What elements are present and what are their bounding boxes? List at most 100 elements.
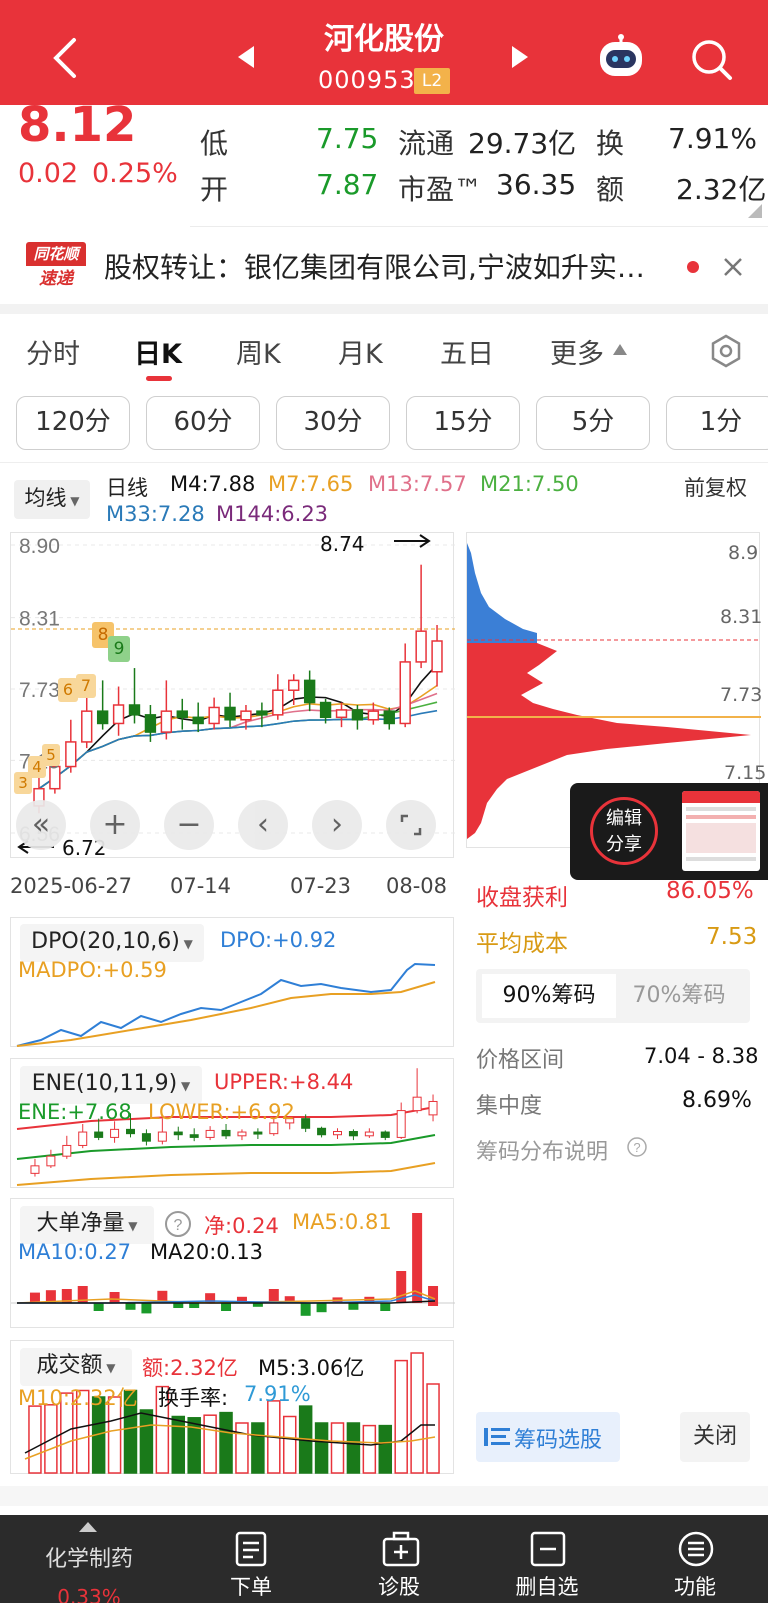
big-order-bar: [300, 1303, 311, 1316]
profit-value: 86.05%: [666, 878, 754, 904]
ma144-value: M144:6.23: [216, 502, 329, 526]
big-order-dropdown[interactable]: 大单净量 ▼: [20, 1206, 154, 1244]
close-icon[interactable]: [722, 256, 744, 278]
l2-badge[interactable]: L2: [414, 68, 450, 94]
candle-body: [224, 706, 236, 721]
turnover-rate-label: 换手率:: [158, 1386, 229, 1410]
dpo-dropdown[interactable]: DPO(20,10,6) ▼: [20, 924, 204, 962]
tab-five-day[interactable]: 五日: [440, 332, 494, 371]
low-label: 低: [200, 127, 229, 160]
ene-candle-body: [157, 1131, 167, 1142]
volume-name: 成交额: [36, 1353, 103, 1378]
volume-dropdown[interactable]: 成交额 ▼: [20, 1348, 132, 1386]
zoom-out-button[interactable]: −: [164, 800, 214, 850]
x-label: 07-14: [170, 874, 232, 898]
candle-body: [96, 710, 109, 725]
volume-bar: [219, 1411, 233, 1474]
chip-select-button[interactable]: 筹码选股: [476, 1412, 620, 1462]
edit-share-button[interactable]: 编辑 分享: [590, 797, 658, 865]
chip-axis-label: 7.73: [720, 684, 763, 706]
expand-corner-icon[interactable]: [748, 204, 762, 218]
concentration-value: 8.69%: [682, 1088, 752, 1113]
turnover-value: 7.91%: [668, 122, 757, 155]
tab-more[interactable]: 更多: [550, 332, 604, 371]
next-stock-icon[interactable]: [510, 44, 530, 70]
ma7-line: [38, 684, 438, 790]
minute-1-button[interactable]: 1分: [666, 396, 768, 450]
tab-weekly-k[interactable]: 周K: [236, 332, 281, 371]
chip-axis-label: 7.15: [724, 762, 767, 784]
float-value: 29.73亿: [468, 127, 577, 160]
share-widget[interactable]: 编辑 分享: [570, 783, 768, 880]
candle-body: [272, 689, 284, 716]
ene-dropdown[interactable]: ENE(10,11,9) ▼: [20, 1066, 202, 1104]
candle-body: [128, 704, 141, 716]
tab-daily-k[interactable]: 日K: [134, 332, 182, 371]
chip-help-link[interactable]: 筹码分布说明: [476, 1134, 608, 1166]
ene-candle-body: [94, 1131, 104, 1138]
menu-icon: [678, 1531, 714, 1567]
robot-assistant-icon[interactable]: [596, 34, 646, 80]
zoom-out-full-button[interactable]: «: [16, 800, 66, 850]
float-label: 流通: [398, 127, 455, 160]
minute-60-button[interactable]: 60分: [146, 396, 260, 450]
caret-up-icon: [613, 344, 627, 355]
big-order-bar: [380, 1303, 391, 1311]
search-icon[interactable]: [690, 38, 734, 82]
news-logo: 同花顺 速递: [26, 242, 86, 292]
zoom-in-button[interactable]: +: [90, 800, 140, 850]
svg-text:?: ?: [633, 1140, 640, 1155]
ene-candle-body: [110, 1128, 120, 1138]
avg-cost-value: 7.53: [706, 924, 758, 950]
adjust-mode[interactable]: 前复权: [684, 472, 747, 502]
scroll-right-button[interactable]: ›: [312, 800, 362, 850]
tab-chip-70[interactable]: 70%筹码: [612, 974, 746, 1018]
volume-bar: [235, 1422, 249, 1474]
screenshot-thumbnail[interactable]: [682, 791, 760, 871]
big-order-ma10: MA10:0.27: [18, 1240, 132, 1264]
volume-bar: [346, 1422, 361, 1474]
tab-fenshi[interactable]: 分时: [26, 332, 80, 371]
settings-hexagon-icon[interactable]: [708, 333, 744, 369]
ene-candle-body: [269, 1122, 279, 1135]
minute-30-button[interactable]: 30分: [276, 396, 390, 450]
nav-functions-label: 功能: [674, 1575, 716, 1599]
news-ticker[interactable]: 同花顺 速递 股权转让：银亿集团有限公司,宁波如升实…: [0, 232, 768, 304]
nav-diagnose[interactable]: 诊股: [324, 1515, 474, 1603]
x-label: 08-08: [386, 874, 448, 898]
minute-5-button[interactable]: 5分: [536, 396, 650, 450]
nav-remove-watchlist[interactable]: 删自选: [472, 1515, 622, 1603]
ene-candle-body: [364, 1131, 374, 1137]
unread-dot: [687, 261, 699, 273]
minute-120-button[interactable]: 120分: [16, 396, 130, 450]
chip-axis-label: 8.9: [728, 542, 759, 564]
fullscreen-icon: [400, 814, 422, 836]
ma-dropdown[interactable]: 均线 ▼: [14, 480, 90, 519]
nav-order[interactable]: 下单: [176, 1515, 326, 1603]
help-icon[interactable]: ?: [164, 1210, 192, 1238]
big-order-bar: [316, 1303, 327, 1313]
stock-name: 河化股份: [324, 22, 444, 57]
ene-upper-value: UPPER:+8.44: [214, 1070, 354, 1094]
x-label: 07-23: [290, 874, 352, 898]
help-icon[interactable]: ?: [626, 1136, 648, 1158]
sector-item[interactable]: 化学制药 0.33%: [14, 1515, 164, 1603]
price-change: 0.02: [18, 158, 79, 189]
tab-monthly-k[interactable]: 月K: [338, 332, 383, 371]
diagnose-icon: [382, 1531, 420, 1567]
big-order-ma20: MA20:0.13: [150, 1240, 264, 1264]
ma-period: 日线: [106, 476, 148, 500]
close-button[interactable]: 关闭: [680, 1412, 750, 1462]
news-text[interactable]: 股权转让：银亿集团有限公司,宁波如升实…: [104, 246, 645, 286]
fullscreen-button[interactable]: [386, 800, 436, 850]
tab-chip-90[interactable]: 90%筹码: [482, 974, 616, 1018]
candle-body: [288, 679, 300, 691]
chip-profit-area: [467, 543, 537, 643]
big-order-bar: [412, 1213, 423, 1303]
ene-candle-body: [30, 1165, 40, 1174]
scroll-left-button[interactable]: ‹: [238, 800, 288, 850]
minute-15-button[interactable]: 15分: [406, 396, 520, 450]
open-label: 开: [200, 173, 229, 206]
nav-functions[interactable]: 功能: [620, 1515, 768, 1603]
arrow-right-icon: [394, 534, 431, 548]
